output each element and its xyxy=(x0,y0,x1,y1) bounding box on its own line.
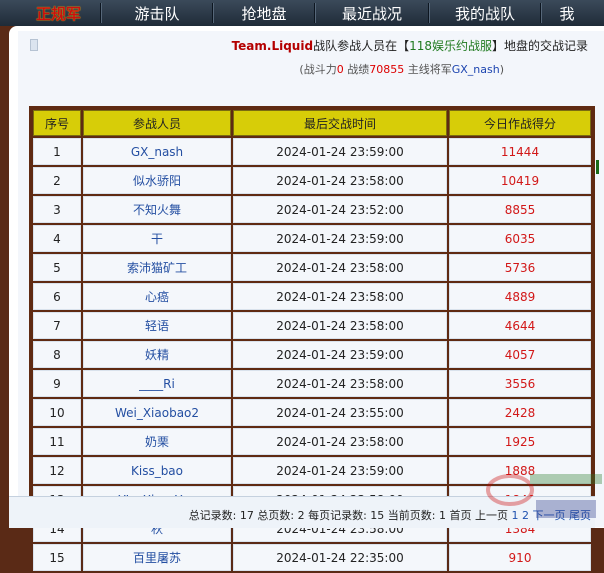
today-score: 1925 xyxy=(449,428,591,455)
content-panel: Team.Liquid战队参战人员在【118娱乐约战服】地盘的交战记录 (战斗力… xyxy=(9,26,604,571)
team-name[interactable]: Team.Liquid xyxy=(232,39,314,53)
player-name-link[interactable]: Kiss_bao xyxy=(83,457,231,484)
first-page-link[interactable]: 首页 xyxy=(450,509,472,522)
last-battle-time: 2024-01-24 23:59:00 xyxy=(233,457,447,484)
row-index: 7 xyxy=(33,312,81,339)
power-label: (战斗力 xyxy=(299,63,337,76)
table-row: 1 GX_nash 2024-01-24 23:59:00 11444 xyxy=(33,138,591,165)
current-page: 当前页数: 1 xyxy=(387,509,446,522)
general-value[interactable]: GX_nash xyxy=(452,63,500,76)
row-index: 4 xyxy=(33,225,81,252)
player-name-link[interactable]: GX_nash xyxy=(83,138,231,165)
row-index: 15 xyxy=(33,544,81,571)
nav-item-grab-territory[interactable]: 抢地盘 xyxy=(214,3,314,24)
last-battle-time: 2024-01-24 23:58:00 xyxy=(233,254,447,281)
table-row: 6 心癌 2024-01-24 23:58:00 4889 xyxy=(33,283,591,310)
table-row: 9 ____Ri 2024-01-24 23:58:00 3556 xyxy=(33,370,591,397)
nav-item-recent-battles[interactable]: 最近战况 xyxy=(316,3,428,24)
last-battle-time: 2024-01-24 23:58:00 xyxy=(233,167,447,194)
nav-item-me[interactable]: 我 xyxy=(542,3,592,24)
today-score: 11444 xyxy=(449,138,591,165)
player-name-link[interactable]: 不知火舞 xyxy=(83,196,231,223)
player-name-link[interactable]: 奶栗 xyxy=(83,428,231,455)
row-index: 2 xyxy=(33,167,81,194)
player-name-link[interactable]: 心癌 xyxy=(83,283,231,310)
row-index: 6 xyxy=(33,283,81,310)
player-name-link[interactable]: 轻语 xyxy=(83,312,231,339)
server-name: 118娱乐约战服 xyxy=(409,39,492,53)
table-header-row: 序号 参战人员 最后交战时间 今日作战得分 xyxy=(33,110,591,136)
watermark-icon xyxy=(486,474,602,518)
table-row: 11 奶栗 2024-01-24 23:58:00 1925 xyxy=(33,428,591,455)
today-score: 6035 xyxy=(449,225,591,252)
player-name-link[interactable]: 干 xyxy=(83,225,231,252)
table-row: 8 妖精 2024-01-24 23:59:00 4057 xyxy=(33,341,591,368)
nav-item-my-team[interactable]: 我的战队 xyxy=(430,3,540,24)
today-score: 4057 xyxy=(449,341,591,368)
total-pages: 总页数: 2 xyxy=(257,509,305,522)
row-index: 11 xyxy=(33,428,81,455)
title-mid: 战队参战人员在【 xyxy=(313,39,410,53)
last-battle-time: 2024-01-24 22:35:00 xyxy=(233,544,447,571)
close-paren: ) xyxy=(499,63,504,76)
last-battle-time: 2024-01-24 23:58:00 xyxy=(233,283,447,310)
row-index: 1 xyxy=(33,138,81,165)
page-title: Team.Liquid战队参战人员在【118娱乐约战服】地盘的交战记录 xyxy=(18,37,604,54)
today-score: 10419 xyxy=(449,167,591,194)
col-header-score: 今日作战得分 xyxy=(449,110,591,136)
player-name-link[interactable]: 似水骄阳 xyxy=(83,167,231,194)
col-header-index: 序号 xyxy=(33,110,81,136)
battles-label: 战绩 xyxy=(343,63,370,76)
today-score: 2428 xyxy=(449,399,591,426)
row-index: 3 xyxy=(33,196,81,223)
last-battle-time: 2024-01-24 23:59:00 xyxy=(233,138,447,165)
nav-item-guerrilla[interactable]: 游击队 xyxy=(102,3,212,24)
today-score: 4644 xyxy=(449,312,591,339)
row-index: 8 xyxy=(33,341,81,368)
today-score: 910 xyxy=(449,544,591,571)
today-score: 5736 xyxy=(449,254,591,281)
last-battle-time: 2024-01-24 23:58:00 xyxy=(233,312,447,339)
last-battle-time: 2024-01-24 23:52:00 xyxy=(233,196,447,223)
last-battle-time: 2024-01-24 23:59:00 xyxy=(233,225,447,252)
today-score: 4889 xyxy=(449,283,591,310)
today-score: 3556 xyxy=(449,370,591,397)
player-name-link[interactable]: Wei_Xiaobao2 xyxy=(83,399,231,426)
general-label: 主线将军 xyxy=(404,63,452,76)
scroll-indicator xyxy=(596,160,599,174)
per-page: 每页记录数: 15 xyxy=(308,509,385,522)
team-stats: (战斗力0 战绩70855 主线将军GX_nash) xyxy=(18,61,604,77)
table-row: 5 索沛猫矿工 2024-01-24 23:58:00 5736 xyxy=(33,254,591,281)
col-header-time: 最后交战时间 xyxy=(233,110,447,136)
last-battle-time: 2024-01-24 23:59:00 xyxy=(233,341,447,368)
nav-logo[interactable]: 正规军 xyxy=(0,3,100,24)
last-battle-time: 2024-01-24 23:58:00 xyxy=(233,370,447,397)
table-row: 4 干 2024-01-24 23:59:00 6035 xyxy=(33,225,591,252)
table-row: 2 似水骄阳 2024-01-24 23:58:00 10419 xyxy=(33,167,591,194)
table-row: 15 百里屠苏 2024-01-24 22:35:00 910 xyxy=(33,544,591,571)
battles-value: 70855 xyxy=(369,63,405,76)
total-records: 总记录数: 17 xyxy=(188,509,254,522)
player-name-link[interactable]: 百里屠苏 xyxy=(83,544,231,571)
row-index: 10 xyxy=(33,399,81,426)
player-name-link[interactable]: ____Ri xyxy=(83,370,231,397)
table-row: 7 轻语 2024-01-24 23:58:00 4644 xyxy=(33,312,591,339)
table-row: 10 Wei_Xiaobao2 2024-01-24 23:55:00 2428 xyxy=(33,399,591,426)
table-row: 3 不知火舞 2024-01-24 23:52:00 8855 xyxy=(33,196,591,223)
top-nav: 正规军 游击队 抢地盘 最近战况 我的战队 我 xyxy=(0,0,604,26)
power-value: 0 xyxy=(336,63,344,76)
player-name-link[interactable]: 妖精 xyxy=(83,341,231,368)
row-index: 12 xyxy=(33,457,81,484)
col-header-player: 参战人员 xyxy=(83,110,231,136)
last-battle-time: 2024-01-24 23:55:00 xyxy=(233,399,447,426)
row-index: 9 xyxy=(33,370,81,397)
player-name-link[interactable]: 索沛猫矿工 xyxy=(83,254,231,281)
today-score: 8855 xyxy=(449,196,591,223)
last-battle-time: 2024-01-24 23:58:00 xyxy=(233,428,447,455)
records-frame: 序号 参战人员 最后交战时间 今日作战得分 1 GX_nash 2024-01-24… xyxy=(29,106,595,571)
row-index: 5 xyxy=(33,254,81,281)
title-end: 】地盘的交战记录 xyxy=(491,39,588,53)
